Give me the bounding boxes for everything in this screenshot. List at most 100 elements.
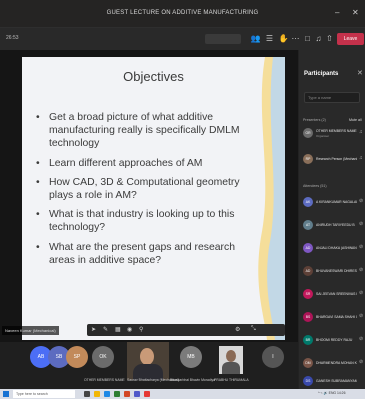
microphone-off-icon: ⊘ [359,244,364,250]
participant-name: BHARGAVI SAMA SHAHI GAN [316,315,357,319]
avatar: SR [303,289,313,299]
slide-bullet-list: Get a broad picture of what additive man… [36,111,261,273]
participant-row[interactable]: AK A KIRANKUMAR NAGALAKSHMI ⊘ [303,197,363,209]
minimize-button[interactable]: – [335,8,339,17]
microphone-off-icon: ⊘ [359,221,364,227]
participant-video[interactable] [219,346,243,374]
participant-row[interactable]: DS GANESH SUBRAMANYAM [303,376,363,388]
avatar: AD [303,266,313,276]
slide-bullet: What is that industry is looking up to t… [36,208,261,234]
microphone-off-icon: ⊘ [359,336,364,342]
video-person-body [222,362,240,374]
presenter-name-tag: Naveen Kumar (Mechanical) [2,326,59,335]
search-icon[interactable]: ⚲ [139,326,143,333]
participant-row[interactable]: AD ANJALI DHAKA (ASHWANI DAGA... ⊘ [303,243,363,255]
pen-icon[interactable]: ✎ [103,326,108,333]
avatar: AD [303,243,313,253]
participant-name: BHUVANESWARI DHIRESH GH [316,269,357,273]
participant-search-input[interactable]: Type a name [304,92,360,103]
shared-content-stage: Objectives Get a broad picture of what a… [0,50,298,342]
participant-name: A KIRANKUMAR NAGALAKSHMI [316,200,357,204]
participant-tile[interactable]: SP [66,346,88,368]
eye-icon[interactable]: ◉ [127,326,132,333]
video-person-head [226,350,236,362]
teams-icon[interactable] [134,391,140,397]
windows-start-icon[interactable] [3,391,9,397]
file-explorer-icon[interactable] [94,391,100,397]
edge-icon[interactable] [104,391,110,397]
taskbar-search-input[interactable]: Type here to search [13,390,75,398]
participant-name: SAI JEEVAN SREENIVAS RAO [316,292,357,296]
cursor-icon[interactable]: ➤ [91,326,96,333]
microphone-icon: ♫ [359,155,363,161]
attendees-section-label[interactable]: Attendees (51) [303,184,327,188]
expand-icon[interactable]: ⤡ [251,326,256,333]
participant-row[interactable]: BS BHARGAVI SAMA SHAHI GAN ⊘ [303,312,363,324]
participant-row[interactable]: SR SAI JEEVAN SREENIVAS RAO ⊘ [303,289,363,301]
chat-icon[interactable]: ☰ [264,33,275,44]
video-name: PRABHU THIRUMALA [214,378,249,382]
participant-row[interactable]: DM DHARMENDRA MOHAN K ⊘ [303,358,363,370]
participant-name: GANESH SUBRAMANYAM [316,379,357,383]
participant-tile[interactable]: OK [92,346,114,368]
title-bar: GUEST LECTURE ON ADDITIVE MANUFACTURING … [0,0,365,28]
tile-name: Bhaskarbhai Bhavin Moradiya [170,378,216,382]
grid-icon[interactable]: ▦ [115,326,121,333]
slide-title: Objectives [123,69,184,84]
presenters-section-label[interactable]: Presenters (2) [303,118,326,122]
slide-bullet: Learn different approaches of AM [36,157,261,170]
mute-all-button[interactable]: Mute all [349,118,362,122]
participant-tile[interactable]: MB [180,346,202,368]
participant-gallery: AB SB SP OK OTHER MEMBERS NAME Saurav Bh… [0,342,298,389]
more-options-icon[interactable]: ⋯ [290,33,301,44]
presentation-slide: Objectives Get a broad picture of what a… [22,57,285,340]
system-tray: ^ ⌁ 🔊 ENG 14:26 [318,391,346,395]
share-icon[interactable]: ⇧ [324,33,335,44]
microphone-off-icon: ⊘ [359,198,364,204]
participant-video[interactable] [127,342,169,380]
participant-row[interactable]: AT ANIRUDH TARIYEEDU B ⊘ [303,220,363,232]
sharing-control-bar: ➤ ✎ ▦ ◉ ⚲ ⚙ ⤡ [87,324,285,336]
microphone-off-icon: ⊘ [359,313,364,319]
avatar: OR [303,128,313,138]
settings-icon[interactable]: ⚙ [235,326,240,333]
camera-icon[interactable]: □ [302,33,313,44]
participant-name: OTHER MEMBERS NAME [316,129,357,133]
avatar: AT [303,220,313,230]
participant-row[interactable]: AD BHUVANESWARI DHIRESH GH ⊘ [303,266,363,278]
powerpoint-icon[interactable] [124,391,130,397]
teams-window: GUEST LECTURE ON ADDITIVE MANUFACTURING … [0,0,365,399]
microphone-off-icon: ⊘ [359,267,364,273]
avatar: BS [303,312,313,322]
participants-icon[interactable]: 👥 [250,33,261,44]
video-person-head [140,348,154,365]
slide-bullet: Get a broad picture of what additive man… [36,111,261,151]
chrome-icon[interactable] [144,391,150,397]
slide-bullet: What are the present gaps and research a… [36,241,261,267]
microphone-off-icon: ⊘ [359,290,364,296]
avatar: BR [303,335,313,345]
meeting-toolbar: 26:53 👥 ☰ ✋ ⋯ □ ♫ ⇧ Leave [0,28,365,50]
leave-button[interactable]: Leave [337,33,364,45]
participant-name: Research Person (Mechanical) [316,157,357,161]
participant-name: ANIRUDH TARIYEEDU B [316,223,355,227]
participant-name: ANJALI DHAKA (ASHWANI DAGA... [316,246,357,250]
raise-hand-icon[interactable]: ✋ [278,33,289,44]
microphone-icon[interactable]: ♫ [313,33,324,44]
close-panel-icon[interactable]: ✕ [357,69,363,77]
participant-row[interactable]: OR OTHER MEMBERS NAME Organiser ♫ [303,128,363,140]
slide-bullet: How CAD, 3D & Computational geometry pla… [36,176,261,202]
task-view-icon[interactable] [84,391,90,397]
participant-tile[interactable]: I [262,346,284,368]
participant-row[interactable]: RP Research Person (Mechanical) ♫ [303,154,363,166]
take-control-button[interactable] [205,34,241,44]
participants-panel: Participants ✕ Type a name Presenters (2… [298,50,365,389]
participant-name: BHOOMI REDDY RAJU [316,338,353,342]
tile-name: OTHER MEMBERS NAME [84,378,125,382]
avatar: DM [303,358,313,368]
excel-icon[interactable] [114,391,120,397]
close-window-button[interactable]: ✕ [352,8,359,17]
participant-row[interactable]: BR BHOOMI REDDY RAJU ⊘ [303,335,363,347]
participant-name: DHARMENDRA MOHAN K [316,361,357,365]
windows-taskbar: Type here to search ^ ⌁ 🔊 ENG 14:26 [0,389,365,399]
